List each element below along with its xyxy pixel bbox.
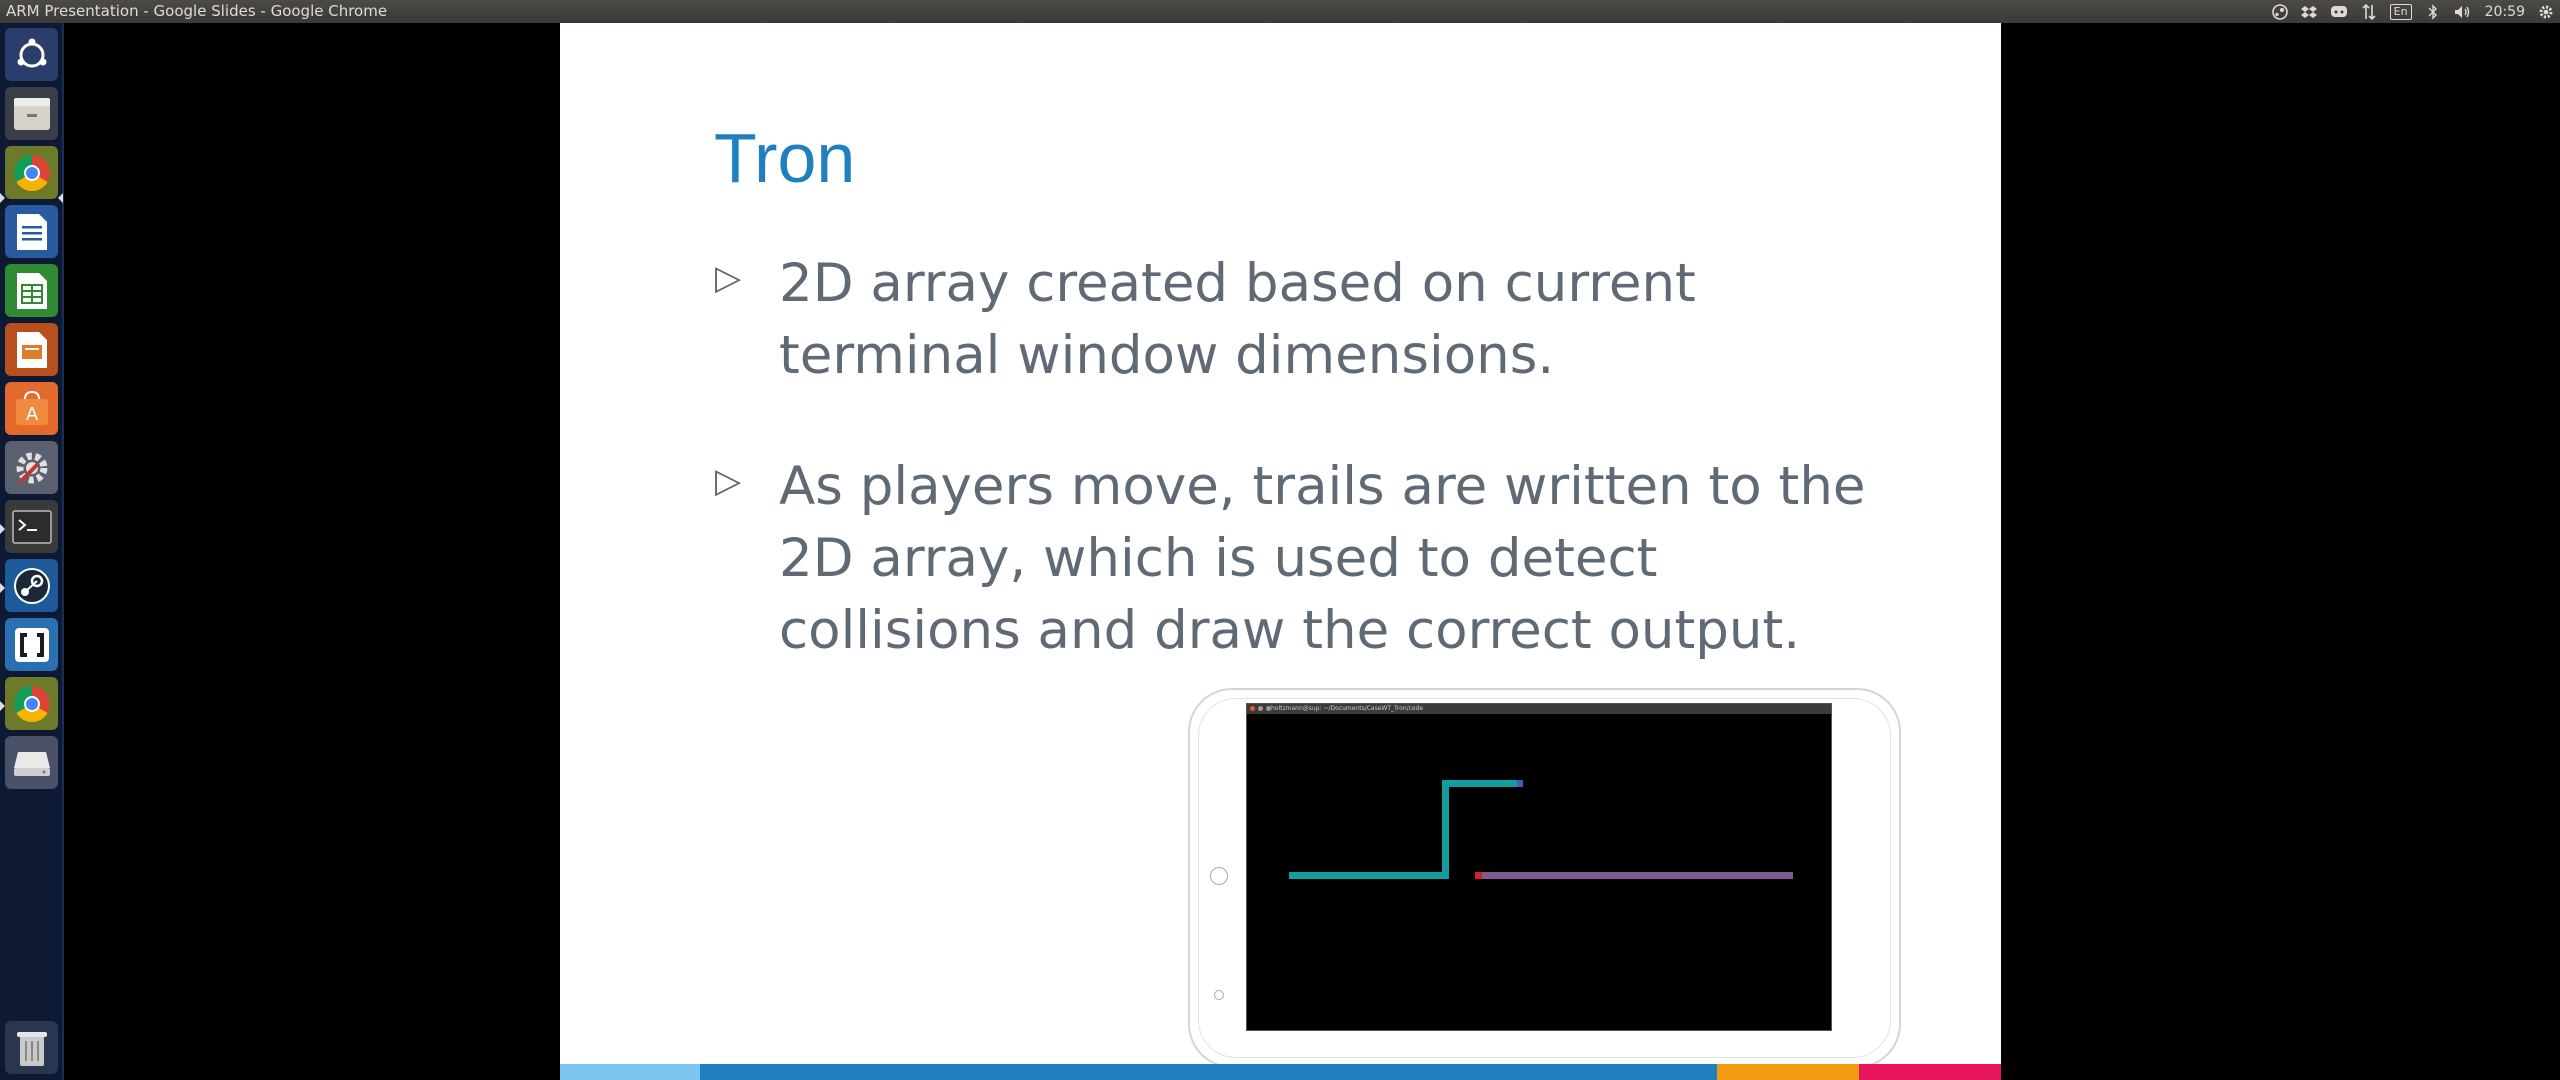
- terminal-title: holtzmann@sup: ~/Documents/CaseWT_Tron/c…: [1271, 705, 1424, 712]
- phone-sensor: [1214, 990, 1224, 1000]
- launcher: A: [0, 23, 64, 1080]
- libreoffice-impress-icon[interactable]: [5, 323, 58, 376]
- bullet-triangle-icon: ▷: [715, 258, 742, 298]
- slide-color-bars: [560, 1064, 2001, 1080]
- focus-indicator: [58, 193, 63, 203]
- window-title: ARM Presentation - Google Slides - Googl…: [6, 2, 388, 20]
- player1-trail-top: [1442, 780, 1522, 787]
- gear-icon[interactable]: [2538, 4, 2554, 20]
- bar-light-blue: [560, 1064, 700, 1080]
- slide: Tron ▷ 2D array created based on current…: [560, 23, 2001, 1080]
- bluetooth-icon[interactable]: [2425, 3, 2441, 20]
- player2-head: [1475, 872, 1482, 879]
- chrome-2-icon[interactable]: [5, 677, 58, 730]
- bar-blue: [700, 1064, 1717, 1080]
- network-arrows-icon[interactable]: [2361, 3, 2377, 20]
- libreoffice-calc-icon[interactable]: [5, 264, 58, 317]
- bullet-text: As players move, trails are written to t…: [779, 456, 1866, 661]
- svg-text:A: A: [25, 404, 38, 425]
- system-settings-icon[interactable]: [5, 441, 58, 494]
- player1-trail-bottom: [1289, 872, 1449, 879]
- steam-icon[interactable]: [5, 559, 58, 612]
- player1-head: [1517, 780, 1523, 787]
- volume-icon[interactable]: [2454, 4, 2472, 20]
- terminal-screenshot: holtzmann@sup: ~/Documents/CaseWT_Tron/c…: [1246, 703, 1832, 1031]
- files-icon[interactable]: [5, 87, 58, 140]
- slide-title: Tron: [714, 119, 856, 197]
- phone-home-button: [1210, 867, 1228, 885]
- clock[interactable]: 20:59: [2485, 4, 2525, 20]
- bar-pink: [1859, 1064, 2001, 1080]
- top-panel: ARM Presentation - Google Slides - Googl…: [0, 0, 2560, 23]
- terminal-titlebar: holtzmann@sup: ~/Documents/CaseWT_Tron/c…: [1247, 704, 1831, 714]
- terminal-icon[interactable]: [5, 500, 58, 553]
- close-icon: [1250, 706, 1255, 711]
- bar-orange: [1717, 1064, 1859, 1080]
- drive-icon[interactable]: [5, 736, 58, 789]
- bullet-triangle-icon: ▷: [715, 461, 742, 501]
- bullet-text: 2D array created based on current termin…: [779, 253, 1696, 386]
- libreoffice-writer-icon[interactable]: [5, 205, 58, 258]
- ubuntu-dash-icon[interactable]: [5, 28, 58, 81]
- discord-icon[interactable]: [2330, 4, 2348, 20]
- system-tray: En 20:59: [2271, 0, 2554, 23]
- software-center-icon[interactable]: A: [5, 382, 58, 435]
- steam-tray-icon[interactable]: [2271, 3, 2288, 20]
- player2-trail: [1475, 872, 1793, 879]
- minimize-icon: [1258, 706, 1263, 711]
- bracket-app-icon[interactable]: [5, 618, 58, 671]
- player1-trail-vertical: [1442, 780, 1449, 879]
- dropbox-icon[interactable]: [2300, 4, 2317, 20]
- trash-icon[interactable]: [5, 1021, 58, 1074]
- keyboard-layout-icon[interactable]: En: [2389, 3, 2412, 20]
- chrome-icon[interactable]: [5, 146, 58, 199]
